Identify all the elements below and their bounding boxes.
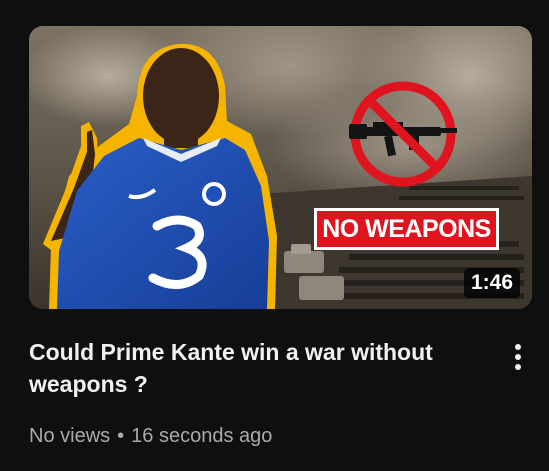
thumbnail-image — [29, 26, 532, 309]
video-thumbnail[interactable]: NO WEAPONS 1:46 — [29, 26, 532, 309]
meta-separator: • — [117, 425, 125, 447]
more-vert-icon[interactable] — [505, 336, 531, 378]
view-count: No views — [29, 425, 111, 447]
video-card: NO WEAPONS 1:46 Could Prime Kante win a … — [0, 0, 549, 471]
menu-dot — [515, 344, 521, 350]
duration-badge: 1:46 — [463, 268, 520, 298]
thumbnail-banner-text: NO WEAPONS — [314, 208, 499, 250]
video-metadata: No views • 16 seconds ago — [29, 423, 272, 449]
menu-dot — [515, 364, 521, 370]
menu-dot — [515, 354, 521, 360]
upload-time: 16 seconds ago — [131, 425, 273, 447]
video-title[interactable]: Could Prime Kante win a war without weap… — [29, 336, 484, 400]
